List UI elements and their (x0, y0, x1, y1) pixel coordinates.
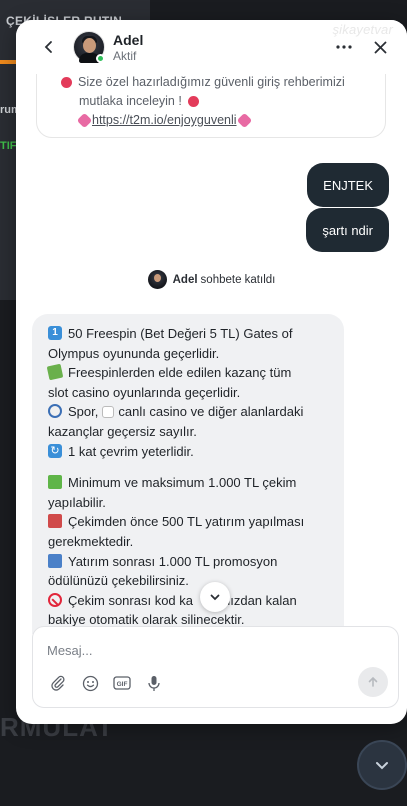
message-line: Olympus oyununda geçerlidir. (48, 345, 220, 361)
send-arrow-icon (368, 676, 378, 687)
join-notice-name: Adel (172, 273, 198, 286)
gif-icon: GIF (113, 676, 131, 690)
message-line: Çekim sonrası kod ka (68, 592, 193, 608)
syringe-icon (76, 112, 93, 129)
close-icon (374, 41, 386, 53)
message-line: Spor, (68, 404, 99, 420)
message-line: yapılabilir. (48, 494, 106, 510)
chevron-left-icon (44, 41, 52, 53)
attach-button[interactable] (48, 673, 68, 693)
voice-button[interactable] (144, 673, 164, 693)
message-line: gerekmektedir. (48, 533, 134, 549)
background-scroll-button[interactable] (357, 740, 407, 790)
message-line: nızdan kalan (223, 592, 297, 608)
message-composer: GIF (32, 626, 399, 708)
message-line: 1 kat çevrim yeterlidir. (68, 443, 194, 459)
message-line: slot casino oyunlarında geçerlidir. (48, 384, 241, 400)
agent-name: Adel (113, 31, 144, 48)
message-line: canlı casino ve diğer alanlardaki (118, 404, 304, 420)
message-list[interactable]: Size özel hazırladığımız güvenli giriş r… (16, 74, 407, 634)
user-message: ENJTEK (307, 163, 389, 207)
message-line: ödülünüzü çekebilirsiniz. (48, 573, 189, 589)
emoji-button[interactable] (80, 673, 100, 693)
close-button[interactable] (369, 36, 391, 58)
message-line: 50 Freespin (Bet Değeri 5 TL) Gates of (68, 326, 293, 341)
agent-message-previous: Size özel hazırladığımız güvenli giriş r… (36, 74, 386, 138)
more-horizontal-icon (336, 45, 352, 49)
inbox-tray-icon (48, 514, 62, 529)
background-row-status: TIF (0, 140, 17, 152)
message-line: Yatırım sonrası 1.000 TL promosyon (68, 553, 278, 569)
online-indicator (96, 54, 105, 63)
emoji-icon (82, 675, 98, 691)
agent-status: Aktif (113, 48, 137, 63)
agent-info: Adel Aktif (113, 32, 143, 63)
chevron-down-icon (210, 594, 220, 601)
chat-window: Adel Aktif Size özel hazırladığımız güve… (16, 20, 407, 724)
flying-money-icon (46, 363, 64, 381)
prohibited-icon (48, 592, 62, 607)
agent-message: 50 Freespin (Bet Değeri 5 TL) Gates of O… (32, 314, 344, 634)
red-heart-icon (188, 96, 200, 107)
syringe-icon (236, 112, 252, 129)
more-options-button[interactable] (333, 36, 355, 58)
scroll-to-bottom-button[interactable] (200, 582, 230, 612)
credit-card-icon (48, 553, 62, 568)
dice-icon (102, 406, 115, 419)
agent-mini-avatar (147, 270, 167, 289)
message-text: Size özel hazırladığımız güvenli giriş r… (78, 75, 345, 89)
header-actions (333, 36, 391, 58)
message-line: Minimum ve maksimum 1.000 TL çekim (68, 475, 297, 491)
back-button[interactable] (38, 36, 60, 58)
red-heart-icon (61, 77, 72, 88)
join-notice: Adel sohbete katıldı (16, 270, 407, 289)
gif-button[interactable]: GIF (112, 673, 132, 693)
user-message: şartı ndir (306, 208, 389, 252)
svg-text:GIF: GIF (117, 681, 128, 688)
message-line: Çekimden önce 500 TL yatırım yapılması (68, 514, 305, 530)
paperclip-icon (51, 675, 65, 691)
message-input[interactable] (47, 643, 347, 658)
send-button[interactable] (358, 667, 388, 697)
message-text: mutlaka inceleyin ! (79, 94, 182, 108)
keycap-one-icon (48, 326, 62, 340)
composer-tools: GIF (48, 673, 164, 693)
repeat-icon (48, 443, 62, 458)
watermark-text: şikayetvar (332, 22, 393, 37)
chevron-down-icon (376, 762, 388, 770)
microphone-icon (148, 675, 160, 691)
dollar-banknote-icon (48, 475, 62, 490)
guide-link[interactable]: https://t2m.io/enjoyguvenli (92, 113, 237, 127)
message-line: Freespinlerden elde edilen kazanç tüm (68, 365, 292, 381)
agent-avatar (73, 31, 105, 63)
message-line: kazançlar geçersiz sayılır. (48, 423, 197, 439)
soccer-ball-icon (48, 404, 62, 419)
join-notice-text: sohbete katıldı (200, 273, 276, 286)
